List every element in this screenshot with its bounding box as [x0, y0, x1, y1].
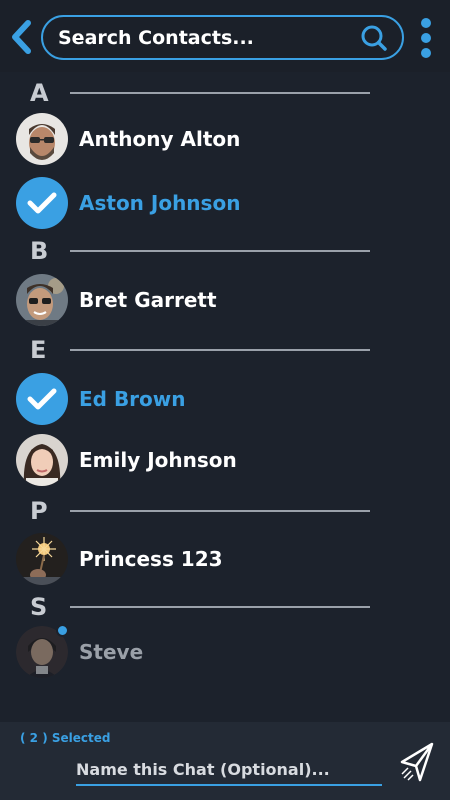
- avatar: [16, 274, 68, 326]
- search-bar[interactable]: [41, 15, 404, 60]
- online-status-dot: [56, 624, 69, 637]
- contact-row-ed-brown[interactable]: Ed Brown: [16, 372, 436, 426]
- avatar: [16, 434, 68, 486]
- section-divider: [70, 510, 370, 512]
- contact-name: Steve: [79, 640, 144, 664]
- contact-name: Princess 123: [79, 547, 223, 571]
- contact-name: Emily Johnson: [79, 448, 237, 472]
- compose-bar: ( 2 ) Selected: [0, 722, 450, 800]
- section-header-b: B: [30, 237, 370, 265]
- search-icon[interactable]: [360, 24, 388, 52]
- search-input[interactable]: [58, 26, 348, 49]
- section-header-a: A: [30, 79, 370, 107]
- section-divider: [70, 349, 370, 351]
- section-divider: [70, 250, 370, 252]
- contact-name: Ed Brown: [79, 387, 186, 411]
- contact-row-steve[interactable]: Steve: [16, 624, 436, 679]
- chat-name-input[interactable]: [76, 754, 382, 784]
- section-letter: P: [30, 497, 48, 525]
- avatar: [16, 624, 69, 678]
- section-header-p: P: [30, 497, 370, 525]
- section-letter: E: [30, 336, 47, 364]
- menu-dot: [421, 48, 431, 58]
- contact-name: Anthony Alton: [79, 127, 241, 151]
- avatar: [16, 533, 68, 585]
- contact-row-emily-johnson[interactable]: Emily Johnson: [16, 433, 436, 487]
- more-vertical-icon[interactable]: [416, 16, 436, 60]
- contact-name: Bret Garrett: [79, 288, 217, 312]
- section-letter: A: [30, 79, 49, 107]
- contact-row-aston-johnson[interactable]: Aston Johnson: [16, 176, 436, 230]
- contact-row-bret-garrett[interactable]: Bret Garrett: [16, 273, 436, 327]
- section-divider: [70, 606, 370, 608]
- contact-row-princess-123[interactable]: Princess 123: [16, 532, 436, 586]
- menu-dot: [421, 18, 431, 28]
- back-button[interactable]: [6, 18, 36, 56]
- selected-count-label: ( 2 ) Selected: [20, 731, 111, 745]
- section-letter: S: [30, 593, 48, 621]
- checkmark-icon[interactable]: [16, 373, 68, 425]
- section-header-s: S: [30, 593, 370, 621]
- section-divider: [70, 92, 370, 94]
- back-arrow-icon: [12, 20, 31, 54]
- avatar: [16, 113, 68, 165]
- contact-row-anthony-alton[interactable]: Anthony Alton: [16, 112, 436, 166]
- checkmark-icon[interactable]: [16, 177, 68, 229]
- send-icon[interactable]: [396, 740, 436, 784]
- section-header-e: E: [30, 336, 370, 364]
- top-bar: [0, 0, 450, 72]
- contact-name: Aston Johnson: [79, 191, 241, 215]
- section-letter: B: [30, 237, 49, 265]
- chat-name-field[interactable]: [76, 754, 382, 786]
- menu-dot: [421, 33, 431, 43]
